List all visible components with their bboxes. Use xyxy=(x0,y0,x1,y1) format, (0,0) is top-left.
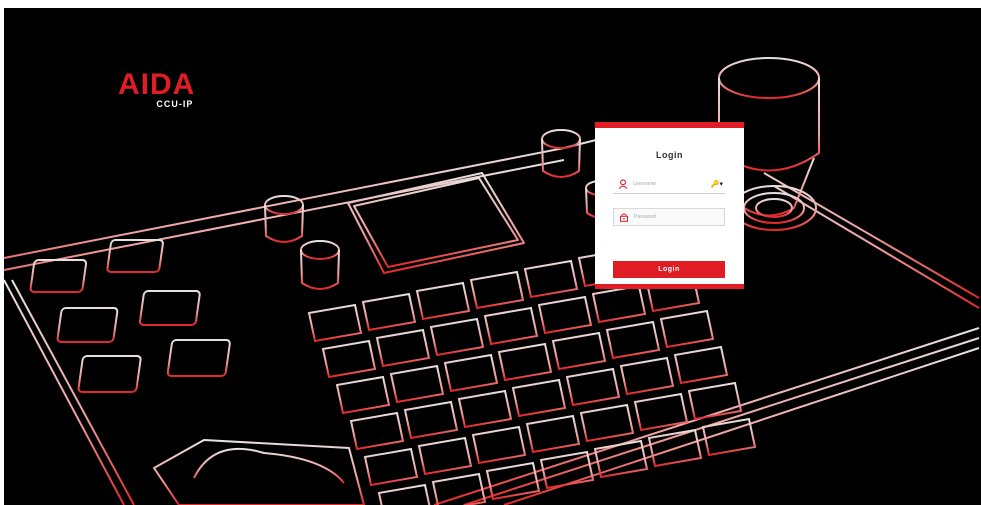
controller-key xyxy=(659,309,715,349)
controller-key xyxy=(565,367,621,407)
controller-key xyxy=(307,303,363,343)
controller-key xyxy=(443,353,499,393)
controller-key xyxy=(591,284,647,324)
controller-key xyxy=(389,364,445,404)
login-card: Login 🔑▾ Login xyxy=(595,122,744,289)
lock-icon xyxy=(620,213,628,222)
login-button[interactable]: Login xyxy=(613,261,725,278)
controller-key xyxy=(673,345,729,385)
controller-key xyxy=(321,339,377,379)
brand-logo: AIDA CCU-IP xyxy=(118,68,196,110)
controller-key xyxy=(483,306,539,346)
controller-key xyxy=(579,403,635,443)
brand-name: AIDA xyxy=(118,68,196,101)
app-frame: AIDA CCU-IP Login 🔑▾ Login xyxy=(4,8,981,505)
controller-key xyxy=(469,270,525,310)
password-input[interactable] xyxy=(634,211,704,223)
controller-key xyxy=(429,317,485,357)
controller-key xyxy=(363,447,419,487)
username-field: 🔑▾ xyxy=(613,176,725,194)
controller-key xyxy=(361,292,417,332)
controller-key xyxy=(619,356,675,396)
controller-key xyxy=(375,328,431,368)
key-dropdown-icon[interactable]: 🔑▾ xyxy=(711,178,723,190)
controller-key xyxy=(497,342,553,382)
controller-key xyxy=(335,375,391,415)
username-input[interactable] xyxy=(633,178,703,190)
controller-key xyxy=(377,483,431,505)
controller-key xyxy=(605,320,661,360)
controller-key xyxy=(525,414,581,454)
password-field xyxy=(613,208,725,226)
controller-key xyxy=(539,450,595,490)
controller-key xyxy=(417,436,473,476)
user-icon xyxy=(618,179,628,189)
controller-key xyxy=(485,461,541,501)
controller-key xyxy=(537,295,593,335)
controller-key xyxy=(415,281,471,321)
controller-key xyxy=(523,259,579,299)
login-title: Login xyxy=(656,150,683,160)
controller-key xyxy=(551,331,607,371)
controller-key xyxy=(457,389,513,429)
controller-key xyxy=(471,425,527,465)
controller-key xyxy=(403,400,459,440)
controller-key xyxy=(349,411,405,451)
controller-key xyxy=(511,378,567,418)
